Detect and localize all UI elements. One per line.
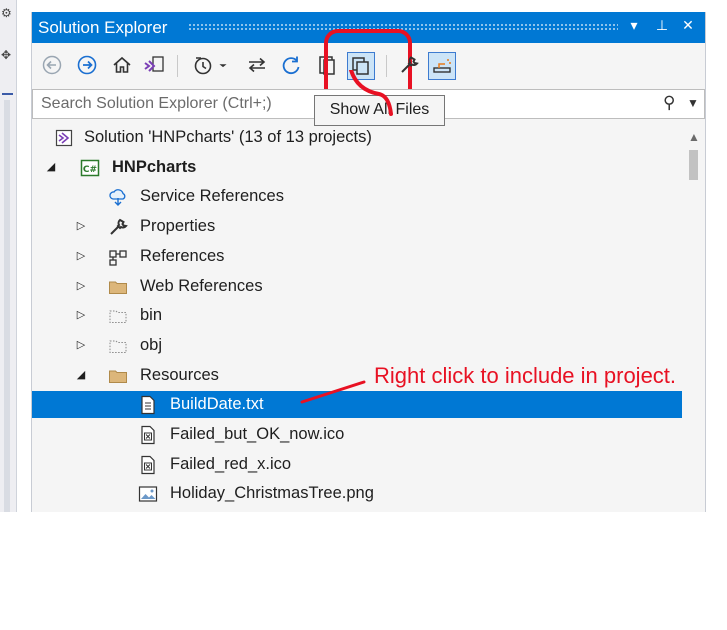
tree-item-label: Resources <box>140 365 219 384</box>
tree-item-label: Properties <box>140 217 216 236</box>
tree-scrollbar[interactable]: ▲ <box>684 125 704 512</box>
tree-item[interactable]: ▷ Web References <box>32 273 682 300</box>
wrench-icon <box>401 56 419 73</box>
sync-button[interactable] <box>244 52 270 78</box>
expand-arrow-icon[interactable]: ▷ <box>74 338 88 351</box>
dotted-folder-icon <box>108 336 128 356</box>
home-icon <box>113 56 131 73</box>
preview-selected-items-button[interactable] <box>428 52 456 80</box>
dotted-folder-icon <box>108 306 128 326</box>
tree-item[interactable]: ▷ Properties <box>32 213 682 240</box>
wrench-icon <box>108 217 128 237</box>
clock-icon <box>194 57 212 75</box>
folder-icon <box>108 366 128 386</box>
tree-item[interactable]: Solution 'HNPcharts' (13 of 13 projects) <box>32 124 682 151</box>
left-strip-scrollbar[interactable] <box>4 100 10 512</box>
tree-item-label: bin <box>140 306 163 325</box>
ico-file-icon <box>138 455 158 475</box>
tree-item-label: Failed_but_OK_now.ico <box>170 425 345 443</box>
references-icon <box>108 247 128 267</box>
tree-item-label: obj <box>140 335 163 354</box>
tree-item-label: Failed_red_x.ico <box>170 454 292 473</box>
tree-item[interactable]: Service References <box>32 183 682 210</box>
expand-arrow-icon[interactable]: ▷ <box>74 279 88 292</box>
refresh-icon <box>282 56 300 75</box>
tree-item-label: Solution 'HNPcharts' (13 of 13 projects) <box>84 128 372 146</box>
tree-item[interactable]: ▷ obj <box>32 332 682 359</box>
annotation-note: Right click to include in project. <box>374 363 677 388</box>
folder-icon <box>108 277 128 297</box>
expand-arrow-icon[interactable]: ▷ <box>74 219 88 232</box>
solution-icon <box>54 128 74 148</box>
tooltip-pointer-annotation <box>349 70 393 116</box>
tree-item-label: HNPcharts <box>112 157 197 176</box>
back-arrow-icon <box>42 55 62 75</box>
sync-arrows-icon <box>248 57 266 73</box>
move-handle-icon[interactable]: ✥ <box>1 48 11 62</box>
pending-changes-dropdown[interactable] <box>216 52 230 78</box>
tree-item[interactable]: Failed_but_OK_now.ico <box>32 421 682 448</box>
svg-text:C#: C# <box>83 165 97 175</box>
pin-icon[interactable]: ⊥ <box>652 17 672 34</box>
pending-changes-button[interactable] <box>190 52 216 78</box>
panel-title: Solution Explorer <box>38 18 168 37</box>
forward-arrow-icon <box>77 55 97 75</box>
ico-file-icon <box>138 425 158 445</box>
text-file-icon <box>138 395 158 415</box>
tree-item-label: BuildDate.txt <box>170 395 264 414</box>
close-icon[interactable]: ✕ <box>678 17 698 34</box>
switch-views-button[interactable] <box>141 52 167 78</box>
window-position-dropdown-icon[interactable]: ▾ <box>624 17 644 34</box>
expand-arrow-icon[interactable]: ▷ <box>74 308 88 321</box>
search-icon[interactable]: ⚲ <box>663 93 675 113</box>
tree-item-label: Holiday_ChristmasTree.png <box>170 484 374 503</box>
vs-switch-views-icon <box>144 56 164 72</box>
collapse-arrow-icon[interactable]: ◢ <box>44 160 58 173</box>
tree-item[interactable]: ◢ C# HNPcharts <box>32 154 682 181</box>
left-strip-accent <box>2 93 13 95</box>
tree-item[interactable]: ▷ References <box>32 243 682 270</box>
tree-item-label: Service References <box>140 187 284 206</box>
gear-icon[interactable]: ⚙ <box>1 6 12 20</box>
refresh-button[interactable] <box>278 52 304 78</box>
forward-button[interactable] <box>74 52 100 78</box>
left-side-strip: ⚙ ✥ <box>0 0 17 512</box>
expand-arrow-icon[interactable]: ▷ <box>74 249 88 262</box>
tree-item-label: References <box>140 246 225 265</box>
scroll-up-arrow-icon[interactable]: ▲ <box>688 130 700 144</box>
image-file-icon <box>138 484 158 504</box>
back-button[interactable] <box>39 52 65 78</box>
scroll-thumb[interactable] <box>689 150 698 180</box>
tree-item-label: Web References <box>140 276 263 295</box>
properties-button[interactable] <box>396 52 422 78</box>
search-options-chevron-icon[interactable]: ▼ <box>687 96 699 110</box>
toolbar-separator <box>177 55 178 77</box>
tree-item[interactable]: ▷ bin <box>32 302 682 329</box>
tree-item[interactable]: BuildDate.txt <box>32 391 682 419</box>
home-button[interactable] <box>109 52 135 78</box>
tree-item[interactable]: Holiday_ChristmasTree.png <box>32 480 682 507</box>
csharp-project-icon: C# <box>80 158 100 178</box>
tree-item[interactable]: Failed_red_x.ico <box>32 451 682 478</box>
preview-icon <box>433 59 451 73</box>
service-references-icon <box>108 187 128 207</box>
collapse-arrow-icon[interactable]: ◢ <box>74 368 88 381</box>
chevron-down-icon <box>219 64 227 68</box>
